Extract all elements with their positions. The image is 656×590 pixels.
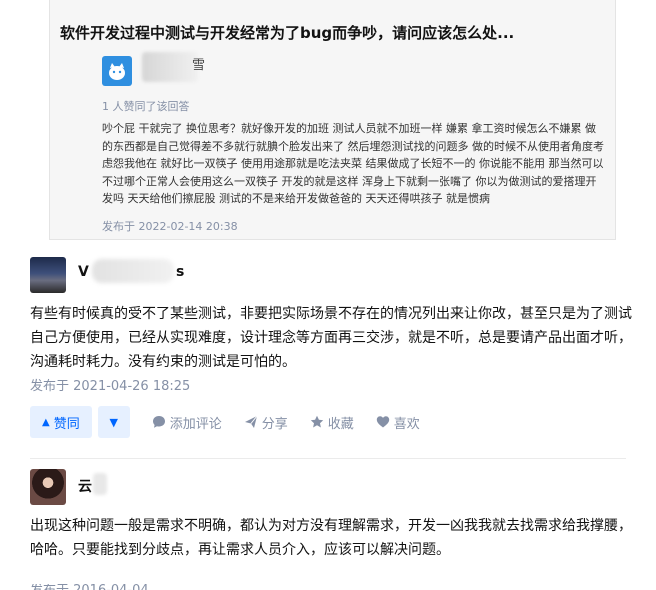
star-icon xyxy=(310,415,323,428)
embedded-answer: 雪 1 人赞同了该回答 吵个屁 干就完了 换位思考？就好像开发的加班 测试人员就… xyxy=(94,42,613,238)
share-icon xyxy=(244,415,258,428)
like-label: 喜欢 xyxy=(393,416,420,432)
answer-content: 吵个屁 干就完了 换位思考？就好像开发的加班 测试人员就不加班一样 嫌累 拿工资… xyxy=(102,122,604,205)
upvote-button[interactable]: ▲ 赞同 xyxy=(30,406,92,438)
avatar[interactable] xyxy=(30,257,66,293)
blurred-author-name xyxy=(93,473,107,495)
share-button[interactable]: 分享 xyxy=(244,413,288,432)
upvote-label: 赞同 xyxy=(53,416,80,432)
heart-icon xyxy=(376,416,389,428)
favorite-button[interactable]: 收藏 xyxy=(310,413,354,432)
favorite-label: 收藏 xyxy=(327,416,354,432)
blurred-author-name xyxy=(92,259,174,283)
triangle-up-icon: ▲ xyxy=(42,416,50,428)
avatar[interactable] xyxy=(102,56,132,86)
answer-content: 有些有时候真的受不了某些测试，非要把实际场景不存在的情况列出来让你改，甚至只是为… xyxy=(30,306,632,370)
answer-content: 出现这种问题一般是需求不明确，都认为对方没有理解需求，开发一凶我我就去找需求给我… xyxy=(30,518,632,558)
comment-icon xyxy=(152,416,165,428)
cartoon-avatar-icon xyxy=(109,63,125,80)
author-name-suffix[interactable]: s xyxy=(176,264,184,280)
answer-date[interactable]: 发布于 2021-04-26 18:25 xyxy=(30,375,190,394)
avatar[interactable] xyxy=(30,469,66,505)
downvote-button[interactable]: ▼ xyxy=(97,406,130,438)
question-title[interactable]: 软件开发过程中测试与开发经常为了bug而争吵，请问应该怎么处... xyxy=(60,22,615,43)
answer-item: 云 出现这种问题一般是需求不明确，都认为对方没有理解需求，开发一凶我我就去找需求… xyxy=(0,459,656,590)
answer-item: V s 有些有时候真的受不了某些测试，非要把实际场景不存在的情况列出来让你改，甚… xyxy=(0,240,656,455)
answer-date[interactable]: 发布于 2022-02-14 20:38 xyxy=(102,218,238,234)
author-name[interactable]: 雪 xyxy=(192,54,205,73)
answer-date[interactable]: 发布于 2016-04-04 20:39 xyxy=(30,584,190,590)
upvote-count: 1 人赞同了该回答 xyxy=(102,100,190,113)
comment-button[interactable]: 添加评论 xyxy=(152,413,222,432)
author-name-prefix[interactable]: V xyxy=(78,264,89,280)
blurred-author-name xyxy=(142,52,198,82)
author-name[interactable]: 云 xyxy=(78,476,92,496)
triangle-down-icon: ▼ xyxy=(109,415,118,429)
like-button[interactable]: 喜欢 xyxy=(376,413,420,432)
comment-label: 添加评论 xyxy=(169,416,222,432)
share-label: 分享 xyxy=(261,416,288,432)
answer-action-bar: ▲ 赞同 ▼ 添加评论 分享 收藏 喜欢 xyxy=(30,406,442,438)
